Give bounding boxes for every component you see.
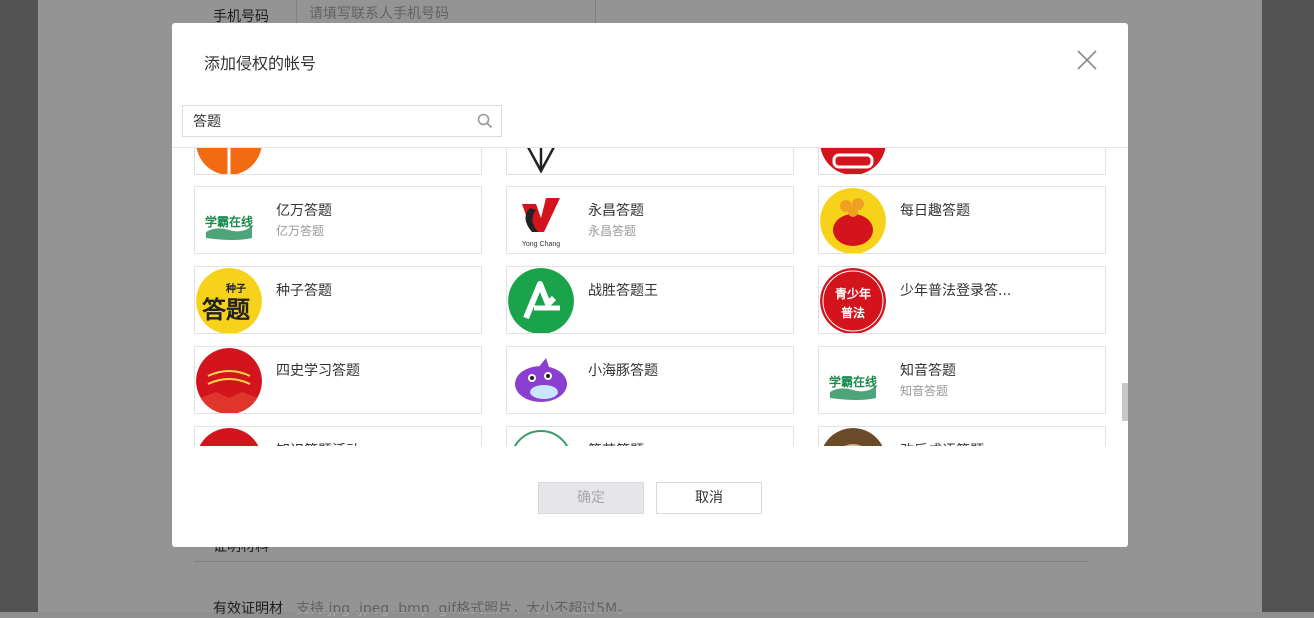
modal-title: 添加侵权的帐号 bbox=[204, 54, 317, 73]
account-avatar bbox=[196, 428, 262, 446]
account-avatar bbox=[508, 428, 574, 446]
xueba-logo-text: 学霸在线 bbox=[205, 214, 253, 229]
account-subtitle: 亿万答题 bbox=[276, 224, 325, 238]
close-icon bbox=[1077, 50, 1097, 70]
account-avatar bbox=[508, 148, 574, 174]
account-name: 少年普法登录答... bbox=[900, 283, 1012, 299]
account-name: 改后成语答题 bbox=[900, 440, 984, 446]
account-avatar bbox=[196, 148, 262, 174]
account-name: 答苗答题 bbox=[588, 440, 644, 446]
pufa-logo-text-2: 普法 bbox=[841, 305, 865, 320]
account-name: 知识答题活动 bbox=[276, 440, 360, 446]
search-input[interactable] bbox=[183, 106, 473, 136]
account-name: 亿万答题 bbox=[276, 203, 332, 219]
account-card[interactable]: 四史学习答题 bbox=[194, 346, 482, 414]
account-card[interactable]: 答苗答题 bbox=[506, 426, 794, 446]
account-card[interactable]: 学霸在线 亿万答题 亿万答题 bbox=[194, 186, 482, 254]
account-card[interactable]: Yong Chang 永昌答题 永昌答题 bbox=[506, 186, 794, 254]
add-account-modal: 添加侵权的帐号 学霸在线亿万答题亿万答题Yong Chang永昌答题永昌答题每日… bbox=[172, 23, 1128, 547]
account-subtitle: 永昌答题 bbox=[588, 224, 637, 238]
account-card[interactable] bbox=[506, 148, 794, 175]
confirm-button[interactable]: 确定 bbox=[538, 482, 644, 514]
account-card[interactable] bbox=[818, 148, 1106, 175]
account-avatar bbox=[196, 348, 262, 413]
seed-logo-text-main: 答题 bbox=[202, 296, 250, 324]
account-avatar bbox=[820, 188, 886, 253]
account-name: 永昌答题 bbox=[588, 203, 644, 219]
account-card[interactable]: 知识答题活动 bbox=[194, 426, 482, 446]
account-avatar bbox=[508, 348, 574, 413]
account-name: 种子答题 bbox=[276, 283, 332, 299]
seed-logo-text-top: 种子 bbox=[225, 282, 246, 295]
account-card[interactable]: 每日趣答题 bbox=[818, 186, 1106, 254]
account-avatar: 青少年 普法 bbox=[820, 268, 886, 333]
account-avatar bbox=[820, 428, 886, 446]
yongchang-logo-text: Yong Chang bbox=[522, 241, 560, 248]
account-card[interactable]: 小海豚答题 bbox=[506, 346, 794, 414]
account-avatar: 学霸在线 bbox=[820, 348, 886, 413]
account-avatar: 学霸在线 bbox=[196, 188, 262, 253]
cancel-button[interactable]: 取消 bbox=[656, 482, 762, 514]
account-name: 小海豚答题 bbox=[588, 363, 658, 379]
account-name: 知音答题 bbox=[900, 363, 956, 379]
account-avatar bbox=[508, 268, 574, 333]
account-name: 战胜答题王 bbox=[588, 283, 658, 299]
account-avatar bbox=[820, 148, 886, 174]
account-avatar: Yong Chang bbox=[508, 188, 574, 253]
account-subtitle: 知音答题 bbox=[900, 384, 949, 398]
account-avatar: 种子 答题 bbox=[196, 268, 262, 333]
account-list[interactable]: 学霸在线 亿万答题 亿万答题 Yong Chang 永昌答题 永昌答题 每日趣答题 种子 答题种… bbox=[172, 148, 1128, 446]
account-card[interactable]: 青少年 普法 少年普法登录答... bbox=[818, 266, 1106, 334]
account-name: 每日趣答题 bbox=[900, 203, 970, 219]
account-card[interactable]: 种子 答题 种子答题 bbox=[194, 266, 482, 334]
close-button[interactable] bbox=[1074, 47, 1100, 73]
search-icon[interactable] bbox=[477, 113, 493, 129]
pufa-logo-text-1: 青少年 bbox=[835, 286, 871, 301]
account-card[interactable]: 学霸在线 知音答题 知音答题 bbox=[818, 346, 1106, 414]
account-card[interactable]: 战胜答题王 bbox=[506, 266, 794, 334]
search-box bbox=[182, 105, 502, 137]
xueba-logo-text: 学霸在线 bbox=[829, 374, 877, 389]
account-card[interactable]: 改后成语答题 bbox=[818, 426, 1106, 446]
scrollbar-thumb[interactable] bbox=[1122, 383, 1128, 421]
account-name: 四史学习答题 bbox=[276, 363, 360, 379]
account-card[interactable] bbox=[194, 148, 482, 175]
